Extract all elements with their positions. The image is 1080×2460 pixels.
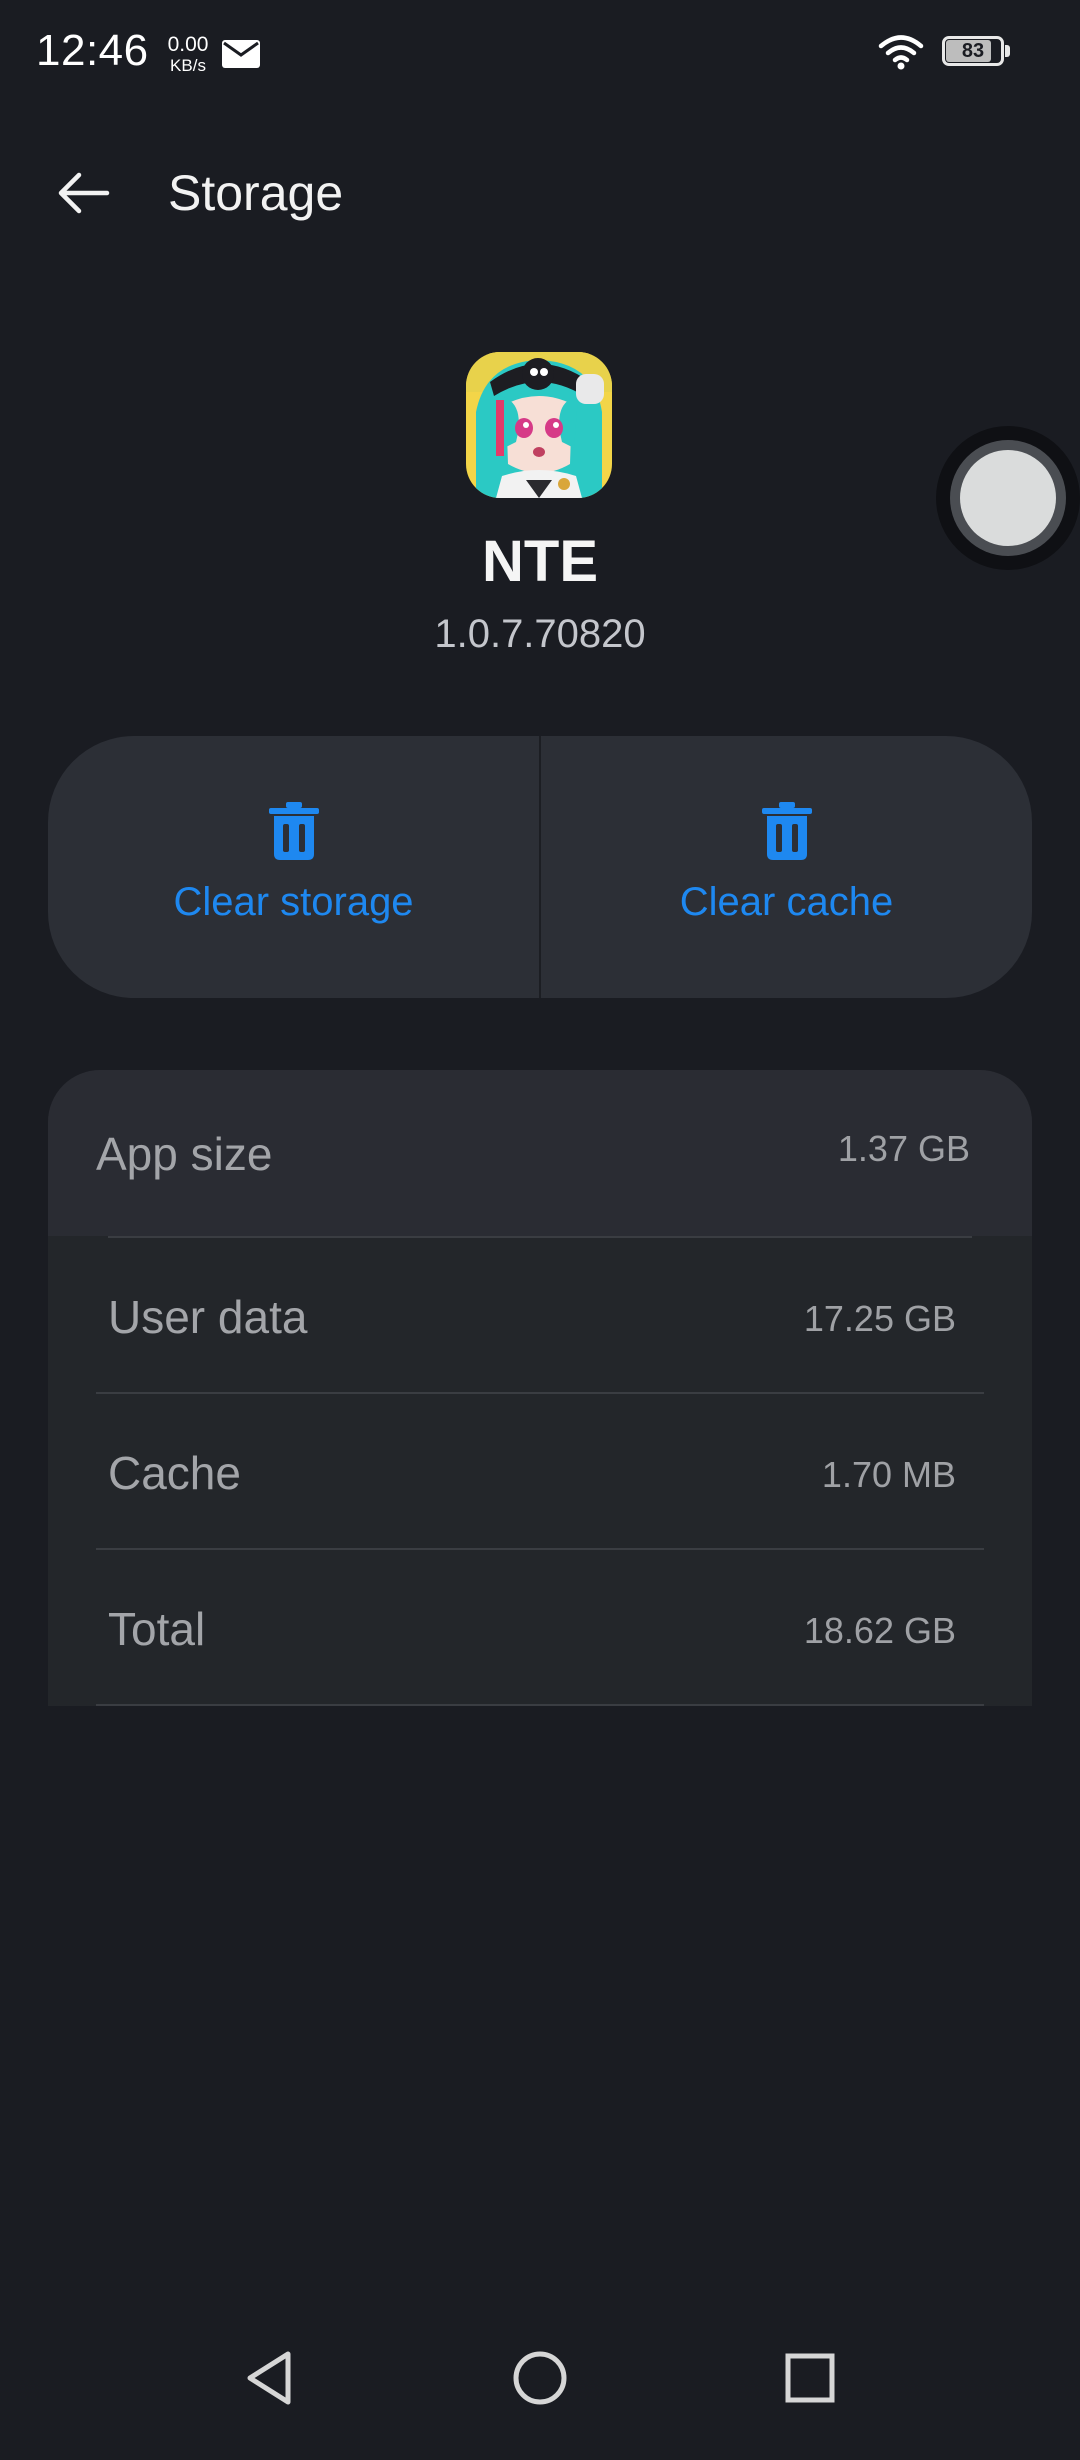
app-size-row: App size 1.37 GB: [48, 1070, 1032, 1236]
total-label: Total: [108, 1603, 206, 1655]
status-time: 12:46: [36, 26, 149, 75]
storage-actions-card: Clear storage Clear cache: [48, 736, 1032, 998]
trash-icon: [761, 802, 812, 860]
row-divider: [96, 1392, 984, 1394]
row-divider: [108, 1236, 972, 1238]
clear-storage-label: Clear storage: [173, 880, 414, 924]
clear-storage-button[interactable]: Clear storage: [48, 736, 539, 998]
triangle-back-icon: [247, 2351, 291, 2405]
clear-cache-button[interactable]: Clear cache: [541, 736, 1032, 998]
nav-home-button[interactable]: [492, 2330, 588, 2426]
app-name: NTE: [482, 529, 598, 594]
app-size-label: App size: [96, 1128, 273, 1180]
battery-icon: 83: [942, 36, 1012, 68]
battery-level: 83: [961, 40, 985, 62]
app-version: 1.0.7.70820: [434, 612, 646, 656]
clear-cache-label: Clear cache: [679, 880, 894, 924]
cache-label: Cache: [108, 1447, 241, 1499]
square-recents-icon: [785, 2353, 835, 2403]
row-divider: [96, 1548, 984, 1550]
mail-icon: [222, 40, 260, 68]
arrow-left-icon: [58, 172, 110, 214]
page-title: Storage: [168, 165, 344, 221]
trash-icon: [268, 802, 319, 860]
row-divider: [96, 1704, 984, 1706]
user-data-value: 17.25 GB: [803, 1298, 956, 1339]
network-speed: 0.00 KB/s: [162, 34, 214, 74]
battery-tip: [1005, 45, 1010, 57]
status-bar: 12:46 0.00 KB/s 83: [0, 0, 1080, 110]
navigation-bar: [0, 2330, 1080, 2440]
storage-details-card: App size 1.37 GB User data 17.25 GB Cach…: [48, 1070, 1032, 1706]
user-data-label: User data: [108, 1291, 308, 1343]
network-speed-unit: KB/s: [170, 56, 206, 75]
cache-value: 1.70 MB: [821, 1454, 956, 1495]
total-value: 18.62 GB: [803, 1610, 956, 1651]
circle-home-icon: [513, 2351, 567, 2405]
app-icon: [466, 352, 612, 498]
network-speed-value: 0.00: [167, 33, 209, 56]
nav-recents-button[interactable]: [762, 2330, 858, 2426]
app-size-value: 1.37 GB: [837, 1128, 970, 1169]
nav-back-button[interactable]: [222, 2330, 318, 2426]
wifi-icon: [878, 35, 924, 70]
back-button[interactable]: [40, 150, 126, 236]
